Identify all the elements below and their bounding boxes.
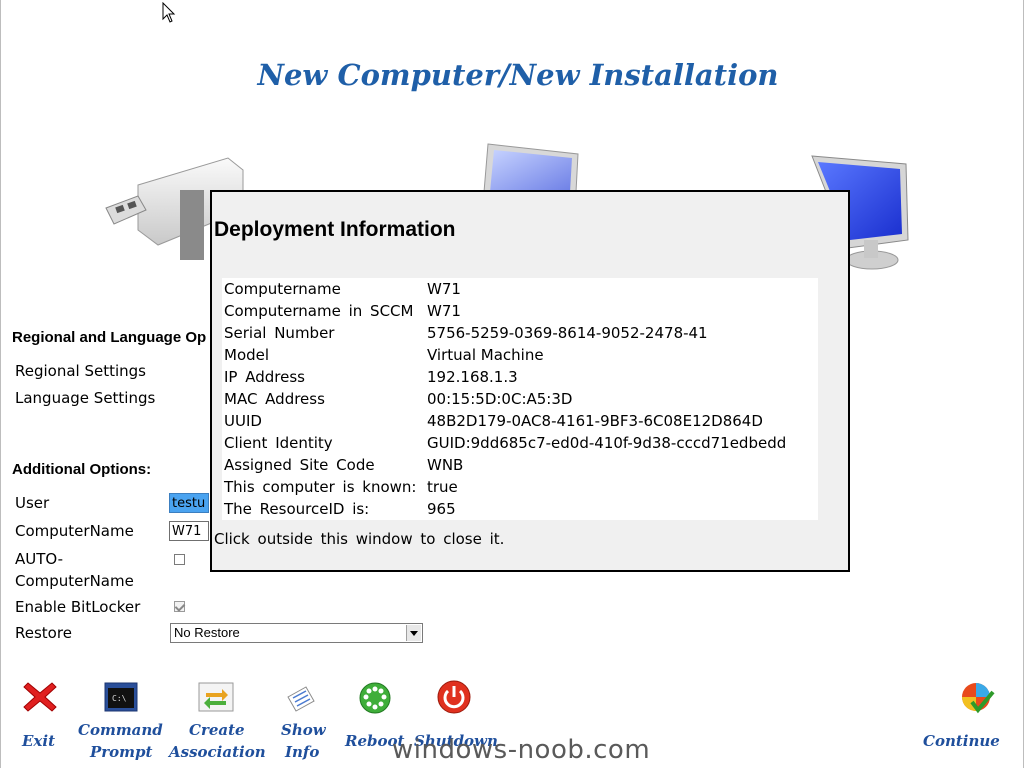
row-value: W71: [427, 302, 461, 320]
page-title: New Computer/New Installation: [257, 58, 779, 92]
table-row: The ResourceID is: 965: [222, 498, 818, 520]
deployment-info-table: Computername W71 Computername in SCCM W71 Se…: [222, 278, 818, 520]
row-key: Computername in SCCM: [224, 302, 414, 320]
dialog-title: Deployment Information: [214, 218, 456, 241]
dialog-footer-text: Click outside this window to close it.: [214, 530, 505, 548]
monitor-icon: [483, 143, 579, 192]
watermark: windows-noob.com: [392, 735, 651, 765]
enable-bitlocker-label: Enable BitLocker: [15, 598, 141, 616]
show-info-label-line2[interactable]: Info: [285, 741, 319, 763]
row-value: W71: [427, 280, 461, 298]
table-row: Assigned Site Code WNB: [222, 454, 818, 476]
create-association-icon[interactable]: [198, 682, 234, 712]
row-value: 192.168.1.3: [427, 368, 518, 386]
auto-computername-checkbox[interactable]: [174, 554, 185, 565]
table-row: Computername W71: [222, 278, 818, 300]
enable-bitlocker-checkbox[interactable]: [174, 601, 185, 612]
regional-heading: Regional and Language Op: [12, 329, 207, 346]
row-value: 48B2D179-0AC8-4161-9BF3-6C08E12D864D: [427, 412, 763, 430]
row-value: Virtual Machine: [427, 346, 544, 364]
row-value: 00:15:5D:0C:A5:3D: [427, 390, 573, 408]
table-row: IP Address 192.168.1.3: [222, 366, 818, 388]
table-row: Computername in SCCM W71: [222, 300, 818, 322]
table-row: This computer is known: true: [222, 476, 818, 498]
computername-input[interactable]: W71: [169, 521, 209, 541]
table-row: Client Identity GUID:9dd685c7-ed0d-410f-9…: [222, 432, 818, 454]
auto-computername-label-line1: AUTO-: [15, 550, 64, 568]
continue-label[interactable]: Continue: [923, 730, 1000, 752]
command-prompt-label-line2[interactable]: Prompt: [90, 741, 152, 763]
restore-select[interactable]: No Restore: [170, 623, 423, 643]
computername-label: ComputerName: [15, 522, 134, 540]
row-value: WNB: [427, 456, 464, 474]
table-row: Serial Number 5756-5259-0369-8614-9052-24…: [222, 322, 818, 344]
row-key: Model: [224, 346, 270, 364]
table-row: UUID 48B2D179-0AC8-4161-9BF3-6C08E12D864D: [222, 410, 818, 432]
additional-options-heading: Additional Options:: [12, 461, 152, 478]
row-key: Computername: [224, 280, 341, 298]
row-value: 5756-5259-0369-8614-9052-2478-41: [427, 324, 708, 342]
regional-settings-label: Regional Settings: [15, 362, 147, 380]
row-key: Assigned Site Code: [224, 456, 375, 474]
user-label: User: [15, 494, 50, 512]
exit-label[interactable]: Exit: [22, 730, 55, 752]
shutdown-icon[interactable]: [436, 679, 472, 715]
user-input[interactable]: testu: [169, 493, 209, 513]
command-prompt-icon[interactable]: C:\: [104, 682, 138, 712]
row-value: 965: [427, 500, 456, 518]
window-edge-left: [0, 0, 1, 768]
continue-icon[interactable]: [960, 680, 996, 716]
chevron-down-icon[interactable]: [406, 625, 421, 641]
row-value: GUID:9dd685c7-ed0d-410f-9d38-cccd71edbed…: [427, 434, 787, 452]
mouse-cursor-icon: [162, 2, 176, 23]
language-settings-label: Language Settings: [15, 389, 156, 407]
auto-computername-label-line2: ComputerName: [15, 572, 134, 590]
row-key: The ResourceID is:: [224, 500, 370, 518]
deployment-info-dialog: Deployment Information Computername W71 Co…: [210, 190, 850, 572]
row-key: Client Identity: [224, 434, 333, 452]
restore-select-value: No Restore: [174, 625, 240, 640]
svg-text:C:\: C:\: [112, 694, 127, 703]
command-prompt-label-line1[interactable]: Command: [78, 719, 163, 741]
restore-label: Restore: [15, 624, 72, 642]
create-association-label-line2[interactable]: Association: [169, 741, 266, 763]
reboot-icon[interactable]: [358, 681, 392, 715]
exit-icon[interactable]: [22, 680, 58, 714]
table-row: MAC Address 00:15:5D:0C:A5:3D: [222, 388, 818, 410]
row-key: This computer is known:: [224, 478, 417, 496]
row-key: UUID: [224, 412, 262, 430]
show-info-label-line1[interactable]: Show: [281, 719, 326, 741]
row-value: true: [427, 478, 458, 496]
show-info-icon[interactable]: [284, 683, 318, 713]
create-association-label-line1[interactable]: Create: [189, 719, 245, 741]
row-key: IP Address: [224, 368, 305, 386]
row-key: Serial Number: [224, 324, 335, 342]
row-key: MAC Address: [224, 390, 325, 408]
table-row: Model Virtual Machine: [222, 344, 818, 366]
